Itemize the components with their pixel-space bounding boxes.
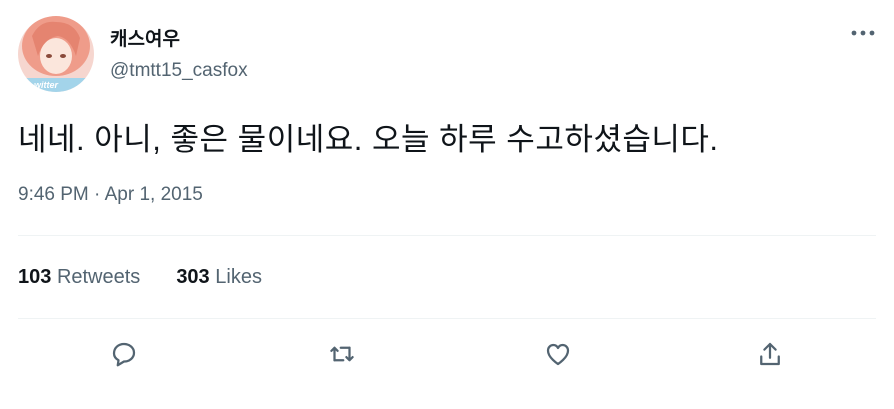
- retweets-stat[interactable]: 103 Retweets: [18, 266, 140, 289]
- likes-stat[interactable]: 303 Likes: [176, 266, 262, 289]
- svg-text:witter: witter: [34, 80, 59, 90]
- retweets-label: Retweets: [56, 266, 141, 288]
- share-button[interactable]: [750, 334, 790, 374]
- meta-separator: ·: [94, 184, 101, 205]
- retweets-count: 103: [18, 266, 52, 288]
- retweet-button[interactable]: [322, 334, 362, 374]
- author-display-name[interactable]: 캐스여우: [110, 24, 180, 51]
- tweet-date[interactable]: Apr 1, 2015: [105, 184, 203, 205]
- tweet-card: witter 캐스여우 @tmtt15_casfox 네네. 아니, 좋은 물이…: [0, 0, 894, 409]
- heart-icon: [546, 343, 570, 366]
- divider: [18, 235, 876, 236]
- reply-button[interactable]: [104, 334, 144, 374]
- avatar-image: witter: [18, 16, 94, 92]
- tweet-stats: 103 Retweets 303 Likes: [18, 266, 262, 289]
- retweet-arrows-icon: [330, 346, 354, 362]
- more-button[interactable]: [846, 20, 880, 46]
- reply-bubble-icon: [112, 342, 136, 367]
- tweet-text: 네네. 아니, 좋은 물이네요. 오늘 하루 수고하셨습니다.: [18, 122, 719, 157]
- divider: [18, 318, 876, 319]
- tweet-time[interactable]: 9:46 PM: [18, 184, 89, 205]
- likes-count: 303: [176, 266, 210, 288]
- likes-label: Likes: [215, 266, 262, 288]
- tweet-actions: [90, 334, 810, 374]
- author-handle[interactable]: @tmtt15_casfox: [110, 60, 248, 82]
- avatar[interactable]: witter: [18, 16, 94, 92]
- more-horizontal-icon: [851, 30, 875, 36]
- tweet-meta: 9:46 PM · Apr 1, 2015: [18, 184, 203, 206]
- like-button[interactable]: [538, 334, 578, 374]
- share-upload-icon: [760, 342, 780, 366]
